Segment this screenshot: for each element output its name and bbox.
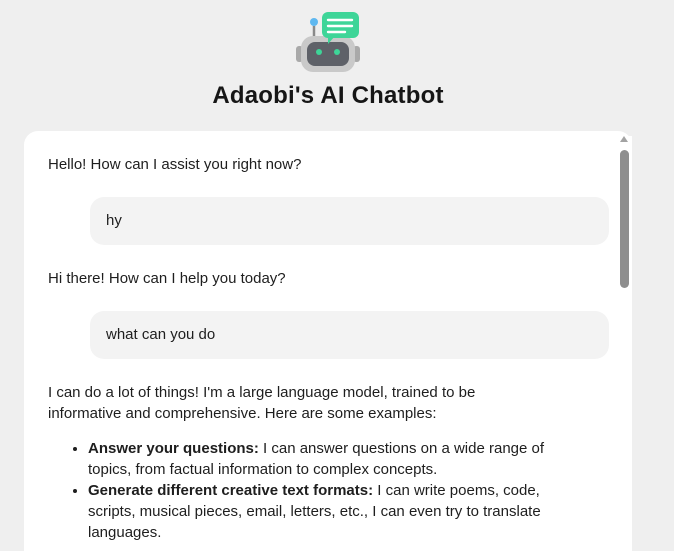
- bot-message: Hi there! How can I help you today?: [48, 270, 286, 287]
- list-item-heading: Generate different creative text formats…: [88, 482, 374, 499]
- chat-scrollbar[interactable]: [617, 136, 632, 531]
- list-item: Answer your questions: I can answer ques…: [88, 438, 548, 480]
- robot-chat-icon: [296, 12, 360, 72]
- chat-panel[interactable]: Hello! How can I assist you right now? h…: [24, 131, 632, 551]
- scroll-up-arrow-icon[interactable]: [620, 136, 628, 142]
- list-item-heading: Answer your questions:: [88, 440, 259, 457]
- page-title: Adaobi's AI Chatbot: [212, 82, 444, 109]
- user-message: hy: [90, 197, 609, 245]
- scrollbar-thumb[interactable]: [620, 150, 629, 288]
- user-message: what can you do: [90, 311, 609, 359]
- bot-message: Hello! How can I assist you right now?: [48, 156, 302, 173]
- list-item: Generate different creative text formats…: [88, 480, 548, 543]
- bot-message-long: I can do a lot of things! I'm a large la…: [48, 382, 548, 543]
- capabilities-list: Answer your questions: I can answer ques…: [48, 438, 548, 543]
- bot-message-intro: I can do a lot of things! I'm a large la…: [48, 384, 476, 422]
